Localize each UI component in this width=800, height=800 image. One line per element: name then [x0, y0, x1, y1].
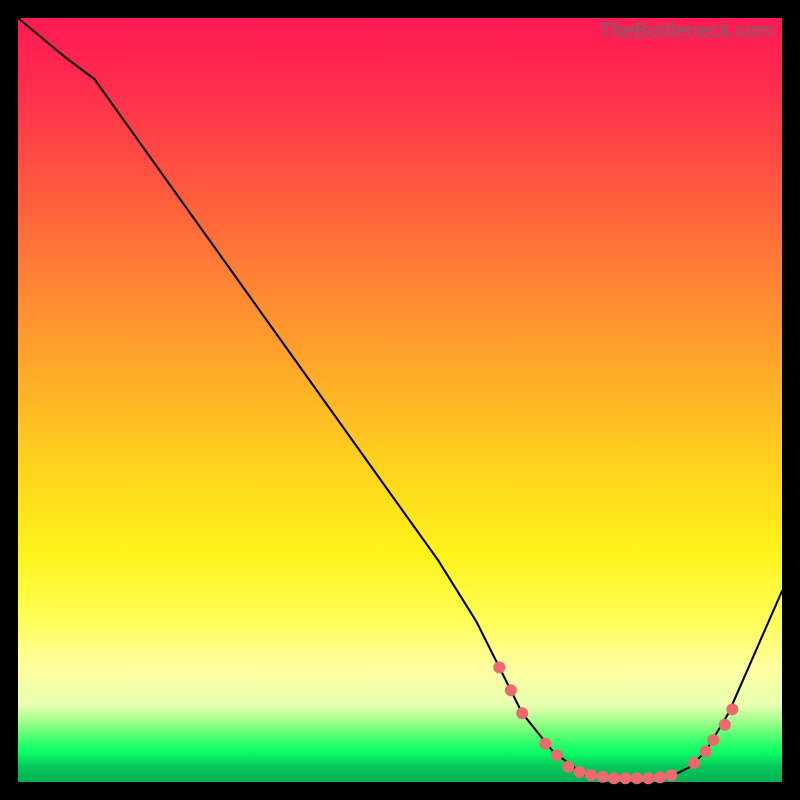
- chart-svg: [18, 18, 782, 782]
- marker-dot: [505, 684, 517, 696]
- marker-dot: [665, 769, 677, 781]
- marker-dot: [707, 734, 719, 746]
- marker-dot: [719, 719, 731, 731]
- marker-dot: [493, 661, 505, 673]
- watermark-label: TheBottleneck.com: [599, 20, 774, 43]
- marker-dot: [726, 703, 738, 715]
- marker-dot: [642, 772, 654, 784]
- marker-dot: [562, 761, 574, 773]
- marker-dot: [574, 766, 586, 778]
- marker-dot: [597, 771, 609, 783]
- marker-dot: [608, 772, 620, 784]
- marker-dot: [585, 769, 597, 781]
- bottleneck-curve: [18, 18, 782, 778]
- marker-dot: [516, 707, 528, 719]
- marker-dot: [631, 772, 643, 784]
- plot-area: TheBottleneck.com: [18, 18, 782, 782]
- marker-dot: [539, 738, 551, 750]
- marker-dot: [654, 771, 666, 783]
- chart-frame: TheBottleneck.com: [0, 0, 800, 800]
- marker-dot: [700, 745, 712, 757]
- marker-dot: [688, 757, 700, 769]
- marker-dot: [619, 772, 631, 784]
- marker-dot: [551, 749, 563, 761]
